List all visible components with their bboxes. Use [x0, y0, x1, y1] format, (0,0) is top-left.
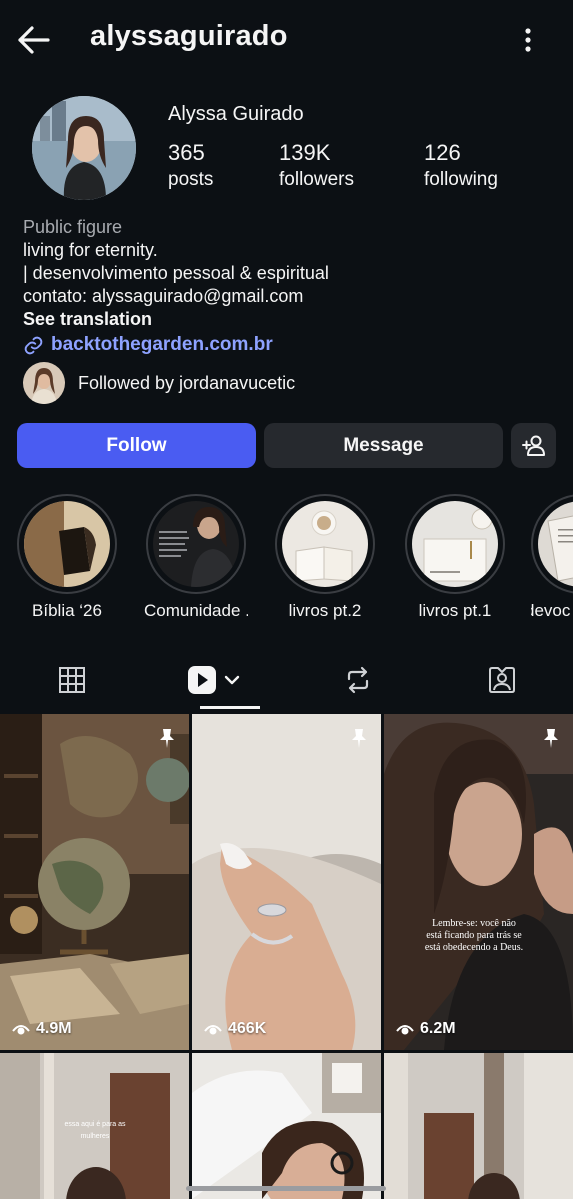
highlight-devoc[interactable]: devoc [531, 494, 573, 621]
see-translation-link[interactable]: See translation [23, 308, 553, 331]
followers-count[interactable]: 139K followers [279, 140, 354, 191]
post-overlay-caption: Lembre-se: você não está ficando para tr… [424, 918, 524, 953]
link-icon [24, 336, 43, 354]
bio-line-1: living for eternity. [23, 240, 158, 260]
post-tile[interactable]: Lembre-se: você não está ficando para tr… [384, 714, 573, 1050]
more-vertical-icon [525, 28, 531, 52]
followers-count-label: followers [279, 169, 354, 190]
eye-icon [204, 1025, 222, 1035]
bio-line-2: | desenvolvimento pessoal & espiritual [23, 263, 329, 283]
eye-icon [396, 1025, 414, 1035]
content-tabs [0, 650, 573, 710]
eye-icon [12, 1025, 30, 1035]
bio-line-3: contato: alyssaguirado@gmail.com [23, 286, 304, 306]
profile-link-text: backtothegarden.com.br [51, 334, 273, 355]
more-options-button[interactable] [516, 24, 540, 56]
followed-by-text: Followed by jordanavucetic [78, 372, 296, 393]
highlight-label: livros pt.1 [418, 601, 492, 620]
highlight-livros-pt2[interactable]: livros pt.2 [273, 494, 377, 621]
tab-reels[interactable] [143, 650, 286, 710]
profile-avatar[interactable] [32, 96, 136, 200]
pin-icon [160, 729, 174, 748]
tab-tagged[interactable] [430, 650, 573, 710]
home-indicator[interactable] [186, 1186, 386, 1191]
profile-username: alyssaguirado [90, 20, 288, 52]
view-count-value: 466K [228, 1020, 267, 1037]
post-tile[interactable] [384, 1053, 573, 1199]
view-count: 466K [204, 1020, 266, 1038]
view-count: 6.2M [396, 1020, 456, 1038]
following-count-label: following [424, 169, 498, 190]
profile-link[interactable]: backtothegarden.com.br [23, 334, 273, 356]
highlight-comunidade[interactable]: Comunidade ... [144, 494, 248, 621]
followed-by[interactable]: Followed by jordanavucetic [23, 362, 295, 404]
tagged-icon [488, 667, 515, 693]
back-button[interactable] [14, 22, 54, 58]
view-count-value: 6.2M [420, 1020, 456, 1037]
suggest-people-button[interactable] [511, 423, 556, 468]
post-tile[interactable]: 4.9M [0, 714, 189, 1050]
posts-count[interactable]: 365 posts [168, 140, 213, 191]
grid-icon [58, 667, 85, 693]
post-tile[interactable]: essa aqui é para as mulheres [0, 1053, 189, 1199]
pin-icon [544, 729, 558, 748]
view-count-value: 4.9M [36, 1020, 72, 1037]
post-thumbnail [192, 714, 381, 1050]
highlight-image [412, 501, 498, 587]
top-bar: alyssaguirado [0, 0, 573, 80]
active-tab-indicator [200, 706, 260, 709]
post-thumbnail [384, 1053, 573, 1199]
posts-count-label: posts [168, 169, 214, 190]
highlight-image [282, 501, 368, 587]
pin-icon [352, 729, 366, 748]
highlight-image [24, 501, 110, 587]
posts-count-value: 365 [168, 140, 205, 165]
highlight-label: livros pt.2 [288, 601, 362, 620]
highlight-livros-pt1[interactable]: livros pt.1 [403, 494, 507, 621]
person-add-icon [521, 435, 545, 456]
tab-posts-grid[interactable] [0, 650, 143, 710]
view-count: 4.9M [12, 1020, 72, 1038]
display-name: Alyssa Guirado [168, 103, 304, 125]
highlight-image [153, 501, 239, 587]
reels-icon [187, 666, 239, 694]
highlight-label: Bíblia ‘26 [32, 601, 102, 620]
post-overlay-caption: essa aqui é para as mulheres [64, 1121, 126, 1140]
post-tile[interactable]: 466K [192, 714, 381, 1050]
following-count[interactable]: 126 following [424, 140, 498, 191]
arrow-left-icon [18, 26, 50, 54]
message-button[interactable]: Message [264, 423, 503, 468]
follow-button[interactable]: Follow [17, 423, 256, 468]
following-count-value: 126 [424, 140, 461, 165]
post-thumbnail [0, 714, 189, 1050]
post-thumbnail [384, 714, 573, 1050]
highlight-image [538, 501, 573, 587]
post-thumbnail [192, 1053, 381, 1199]
post-tile[interactable] [192, 1053, 381, 1199]
repost-icon [347, 666, 368, 694]
tab-reposts[interactable] [286, 650, 429, 710]
highlight-label: Comunidade ... [144, 601, 248, 620]
profile-bio: Public figure living for eternity. | des… [23, 216, 553, 331]
highlight-label: devoc [531, 601, 571, 620]
followers-count-value: 139K [279, 140, 331, 165]
highlight-biblia[interactable]: Bíblia ‘26 [15, 494, 119, 621]
profile-category: Public figure [23, 217, 123, 237]
follower-avatar [23, 362, 65, 404]
